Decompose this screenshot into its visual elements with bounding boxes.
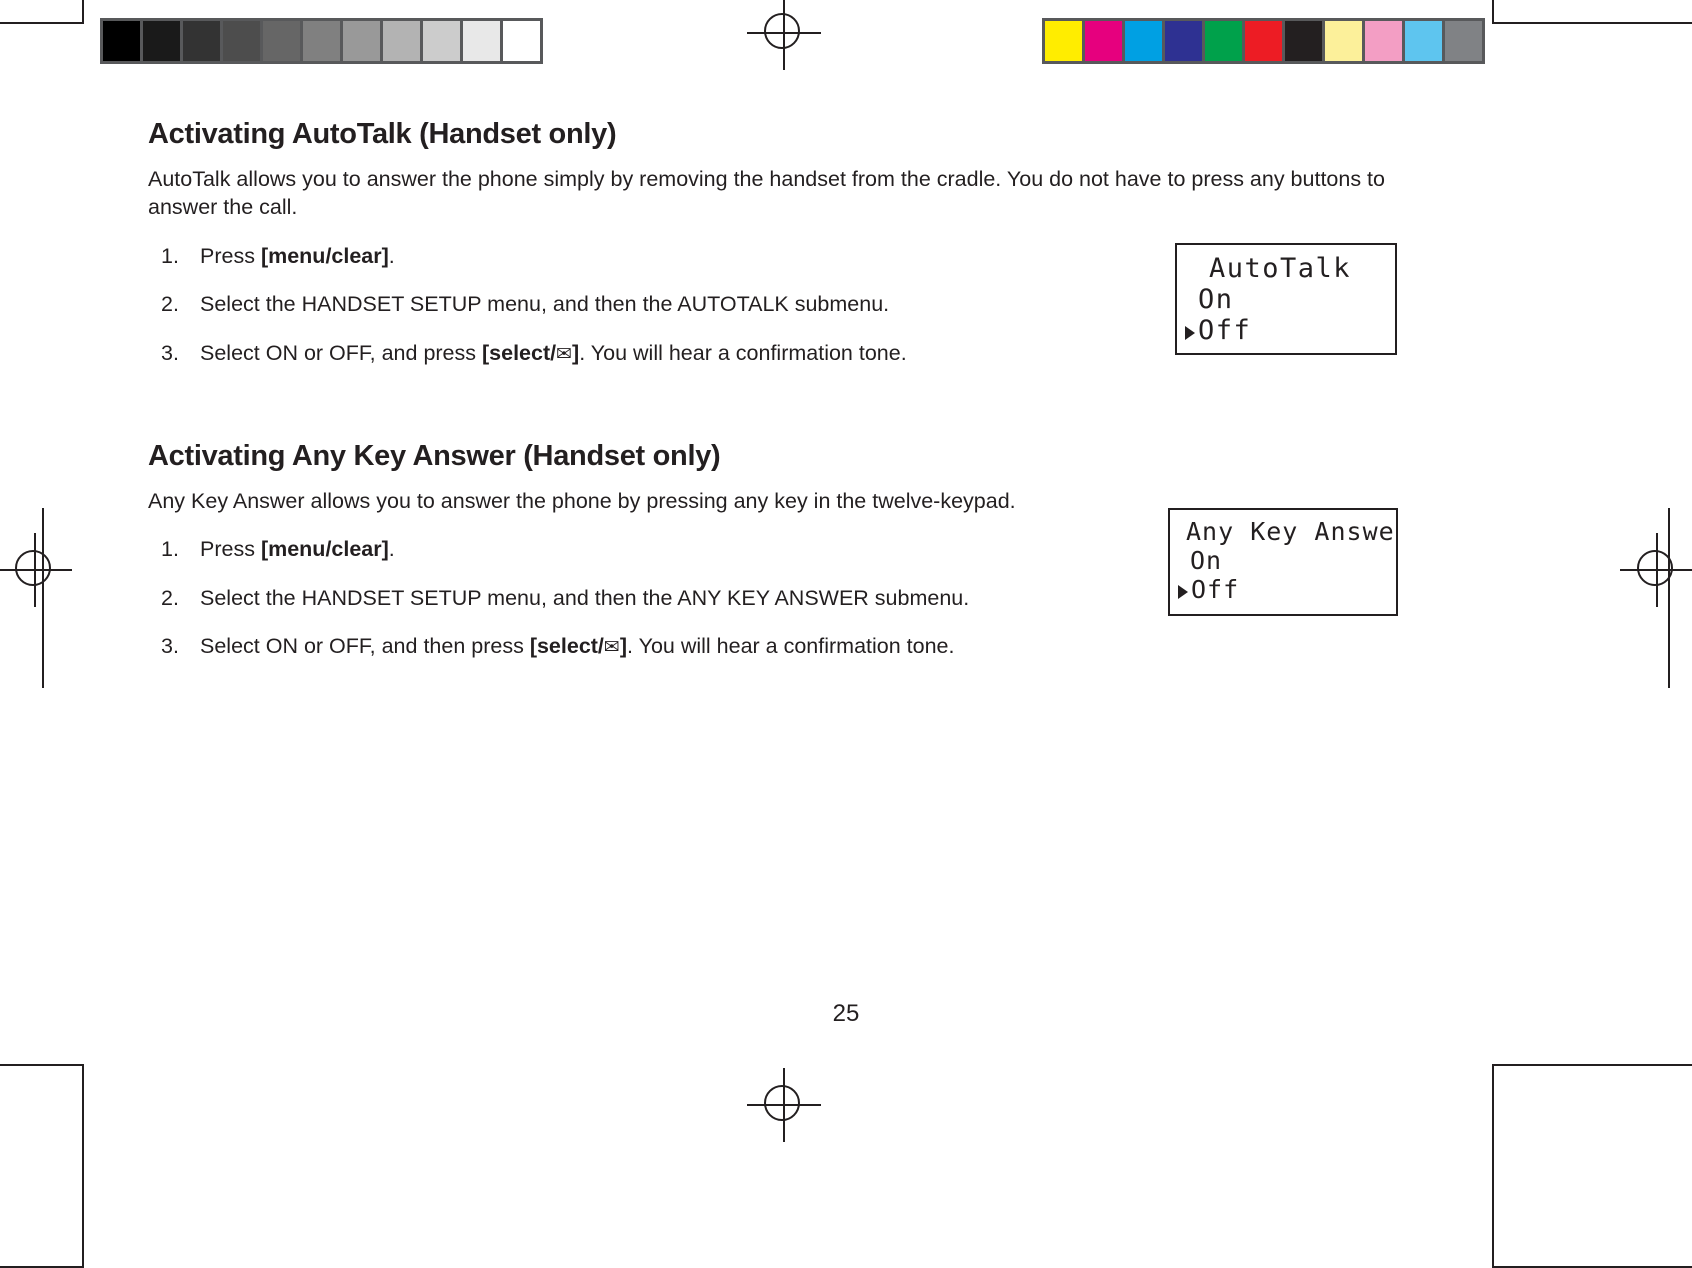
step-text-suffix: . (388, 243, 395, 268)
color-swatch-5 (1245, 21, 1282, 61)
step-text: Select the HANDSET SETUP menu, and then … (200, 585, 970, 610)
step-keyword: [select/ (482, 340, 557, 365)
grayscale-swatch-0 (103, 21, 140, 61)
lcd-cursor-icon (1178, 584, 1188, 599)
grayscale-swatch-4 (263, 21, 300, 61)
lcd-display-autotalk: AutoTalk On Off (1175, 243, 1397, 355)
color-swatch-1 (1085, 21, 1122, 61)
color-swatch-7 (1325, 21, 1362, 61)
color-swatch-8 (1365, 21, 1402, 61)
grayscale-swatch-6 (343, 21, 380, 61)
step-keyword: [menu/clear] (260, 243, 389, 268)
registration-mark-right (1620, 533, 1692, 607)
step-text-suffix: . You will hear a confirmation tone. (579, 340, 907, 365)
grayscale-swatch-8 (423, 21, 460, 61)
grayscale-swatch-7 (383, 21, 420, 61)
envelope-icon: ✉ (556, 342, 573, 365)
grayscale-calibration-strip (100, 18, 543, 64)
section-title-autotalk: Activating AutoTalk (Handset only) (148, 118, 617, 150)
grayscale-swatch-5 (303, 21, 340, 61)
step-keyword: [menu/clear] (260, 536, 389, 561)
section-intro-autotalk: AutoTalk allows you to answer the phone … (148, 167, 1385, 220)
lcd-cursor-icon (1185, 326, 1195, 341)
step-text: Select ON or OFF, and then press (200, 634, 530, 659)
trim-line-left (42, 508, 44, 688)
registration-mark-left (0, 533, 72, 607)
step-keyword: [select/ (529, 634, 604, 659)
grayscale-swatch-2 (183, 21, 220, 61)
step-text: Select the HANDSET SETUP menu, and then … (200, 292, 890, 317)
color-swatch-6 (1285, 21, 1322, 61)
crop-mark-bottom-left (0, 1064, 84, 1268)
color-swatch-2 (1125, 21, 1162, 61)
step-text: Select ON or OFF, and press (200, 340, 482, 365)
lcd-title-line: Any Key Answer (1186, 517, 1398, 546)
lcd-option-on[interactable]: On (1178, 546, 1386, 576)
grayscale-swatch-10 (503, 21, 540, 61)
step-text: Press (200, 536, 261, 561)
page-number: 25 (832, 1000, 860, 1027)
color-swatch-3 (1165, 21, 1202, 61)
color-swatch-9 (1405, 21, 1442, 61)
crop-mark-top-right (1492, 0, 1692, 24)
lcd-display-anykey: Any Key Answer On Off (1168, 508, 1398, 616)
list-item: Select the HANDSET SETUP menu, and then … (148, 584, 1060, 613)
color-calibration-strip (1042, 18, 1485, 64)
step-text: Press (200, 243, 261, 268)
grayscale-swatch-9 (463, 21, 500, 61)
step-keyword-end: ] (619, 634, 628, 659)
registration-mark-top (747, 0, 821, 70)
grayscale-swatch-1 (143, 21, 180, 61)
crop-mark-bottom-right (1492, 1064, 1692, 1268)
envelope-icon: ✉ (603, 636, 620, 659)
lcd-option-off[interactable]: Off (1178, 575, 1386, 605)
lcd-option-on[interactable]: On (1185, 284, 1385, 315)
color-swatch-4 (1205, 21, 1242, 61)
lcd-option-off[interactable]: Off (1185, 315, 1385, 346)
crop-mark-top-left (0, 0, 84, 24)
color-swatch-0 (1045, 21, 1082, 61)
step-text-suffix: . (388, 536, 395, 561)
grayscale-swatch-3 (223, 21, 260, 61)
color-swatch-10 (1445, 21, 1482, 61)
list-item: Select ON or OFF, and then press [select… (148, 632, 1060, 661)
step-text-suffix: . You will hear a confirmation tone. (627, 634, 955, 659)
lcd-title-line: AutoTalk (1208, 253, 1352, 284)
section-title-anykey: Activating Any Key Answer (Handset only) (148, 439, 721, 472)
trim-line-right (1668, 508, 1670, 688)
registration-mark-bottom (747, 1068, 821, 1142)
